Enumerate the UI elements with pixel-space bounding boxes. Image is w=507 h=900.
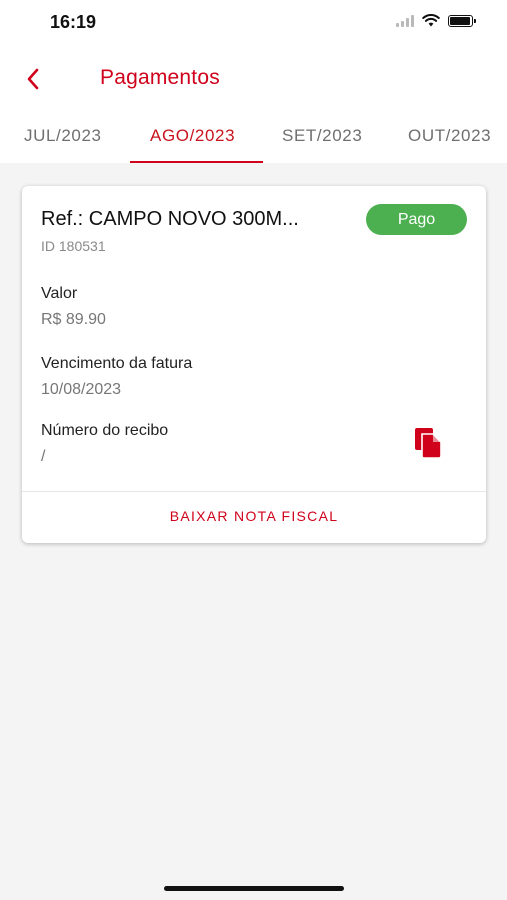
back-button[interactable] (20, 66, 46, 92)
payment-reference: Ref.: CAMPO NOVO 300M... (41, 208, 299, 230)
wifi-icon (422, 14, 440, 27)
due-date-label: Vencimento da fatura (41, 355, 193, 372)
receipt-number-label: Número do recibo (41, 422, 169, 439)
amount-value: R$ 89.90 (41, 311, 106, 328)
receipt-number-value: / (41, 448, 46, 465)
status-time: 16:19 (50, 12, 97, 32)
battery-icon (448, 14, 476, 27)
tab-set-2023[interactable]: SET/2023 (282, 126, 362, 146)
payment-id: ID 180531 (41, 238, 106, 254)
home-indicator (164, 886, 344, 891)
copy-document-icon[interactable] (414, 427, 444, 459)
app-header: 16:19 Pagamentos JUL/2023 AGO/2023 SET/2… (0, 0, 507, 163)
payment-card: Ref.: CAMPO NOVO 300M... Pago ID 180531 … (22, 186, 486, 543)
download-invoice-button[interactable]: BAIXAR NOTA FISCAL (22, 508, 486, 524)
amount-label: Valor (41, 285, 78, 302)
cellular-signal-icon (396, 14, 414, 27)
card-divider (22, 491, 486, 492)
month-tabs: JUL/2023 AGO/2023 SET/2023 OUT/2023 (0, 116, 507, 163)
status-icons (396, 14, 476, 27)
page-title: Pagamentos (100, 66, 220, 89)
chevron-left-icon (27, 68, 39, 90)
tab-out-2023[interactable]: OUT/2023 (408, 126, 491, 146)
due-date-value: 10/08/2023 (41, 381, 122, 398)
tab-ago-2023[interactable]: AGO/2023 (150, 126, 235, 146)
status-badge: Pago (366, 204, 467, 235)
tab-jul-2023[interactable]: JUL/2023 (24, 126, 102, 146)
active-tab-indicator (130, 161, 263, 163)
